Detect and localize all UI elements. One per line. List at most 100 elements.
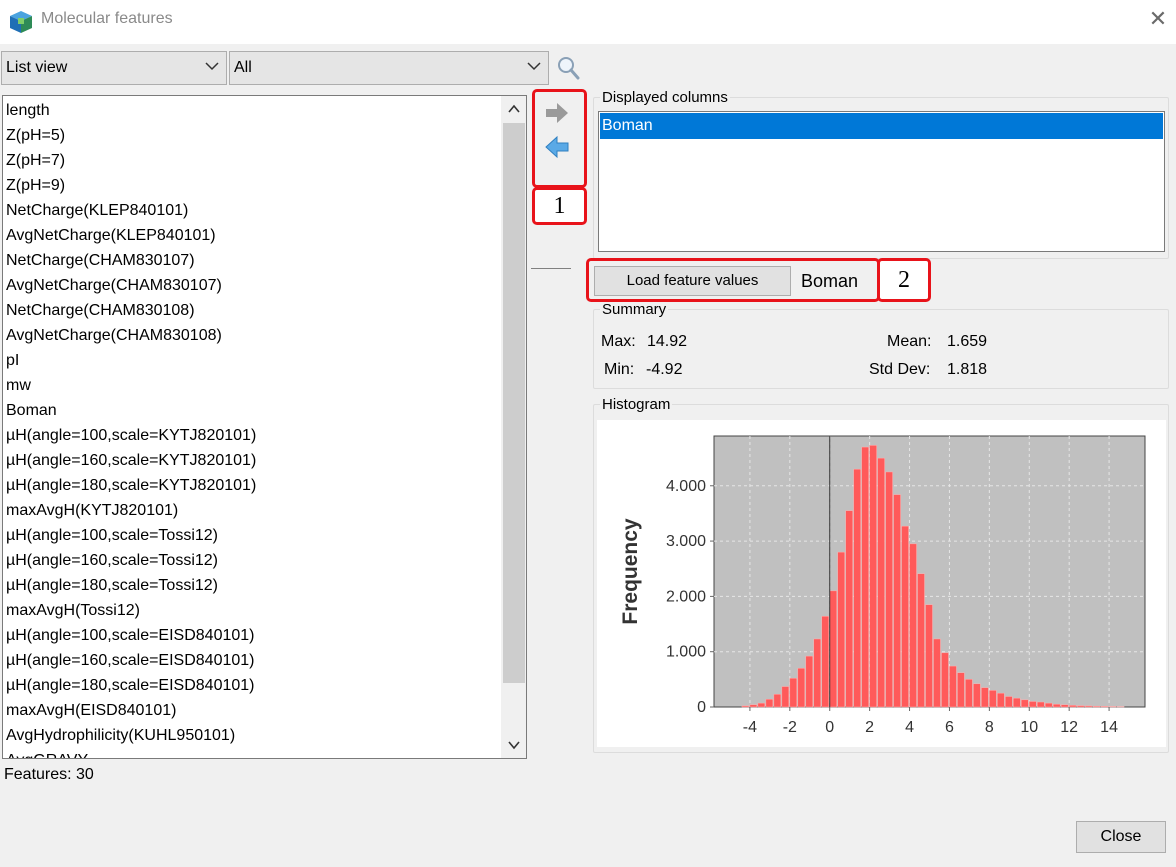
- x-tick-label: 12: [1060, 719, 1078, 736]
- view-mode-value: List view: [6, 59, 68, 76]
- histogram-bar: [1060, 704, 1069, 708]
- scroll-up-icon[interactable]: [506, 101, 522, 117]
- feature-list-item[interactable]: µH(angle=160,scale=EISD840101): [6, 648, 256, 673]
- histogram-legend: Histogram: [602, 396, 671, 413]
- y-tick-label: 0: [697, 699, 706, 716]
- x-tick-label: 4: [905, 719, 914, 736]
- histogram-bar: [885, 471, 893, 708]
- feature-list-item[interactable]: Boman: [6, 398, 256, 423]
- x-tick-label: 6: [945, 719, 954, 736]
- histogram-bar: [789, 677, 798, 708]
- chevron-down-icon: [527, 62, 541, 71]
- histogram-panel: -4 -2 0 2 4 6 8 10 12 14 0 1.000 2.000 3.000 4.000 Freq…: [597, 420, 1166, 747]
- y-tick-label: 1.000: [666, 644, 706, 661]
- feature-list-item[interactable]: Z(pH=7): [6, 148, 256, 173]
- feature-list-item[interactable]: AvgHydrophilicity(KUHL950101): [6, 723, 256, 748]
- histogram-bar: [981, 687, 989, 708]
- feature-list-item[interactable]: pI: [6, 348, 256, 373]
- histogram-bar: [941, 652, 949, 708]
- y-axis-label: Frequency: [619, 518, 642, 625]
- scroll-thumb[interactable]: [503, 123, 525, 683]
- histogram-bar: [989, 690, 997, 708]
- displayed-columns-legend: Displayed columns: [602, 89, 728, 106]
- feature-list[interactable]: length Z(pH=5) Z(pH=7) Z(pH=9) NetCharge(KLE…: [2, 95, 527, 759]
- feature-list-item[interactable]: AvgGRAVY: [6, 748, 256, 758]
- x-tick-label: -2: [783, 719, 797, 736]
- chevron-down-icon: [205, 62, 219, 71]
- feature-list-item[interactable]: maxAvgH(EISD840101): [6, 698, 256, 723]
- summary-legend: Summary: [602, 301, 667, 318]
- feature-list-item[interactable]: maxAvgH(Tossi12): [6, 598, 256, 623]
- feature-list-item[interactable]: AvgNetCharge(KLEP840101): [6, 223, 256, 248]
- feature-list-scrollbar[interactable]: [501, 96, 526, 758]
- histogram-bar: [813, 638, 822, 708]
- feature-list-item[interactable]: µH(angle=160,scale=KYTJ820101): [6, 448, 256, 473]
- histogram-bar: [853, 468, 861, 708]
- x-tick-label: -4: [743, 719, 757, 736]
- feature-list-item[interactable]: µH(angle=180,scale=EISD840101): [6, 673, 256, 698]
- min-label: Min:: [604, 361, 635, 378]
- histogram-bar: [781, 686, 790, 708]
- feature-list-item[interactable]: mw: [6, 373, 256, 398]
- histogram-bar: [741, 705, 750, 708]
- feature-list-item[interactable]: Z(pH=9): [6, 173, 256, 198]
- max-value: 14.92: [647, 333, 688, 350]
- histogram-bar: [765, 699, 774, 708]
- histogram-bar: [997, 692, 1005, 708]
- callout-1-label: 1: [553, 193, 566, 219]
- std-dev-value: 1.818: [947, 361, 988, 378]
- feature-list-item[interactable]: µH(angle=180,scale=KYTJ820101): [6, 473, 256, 498]
- histogram-bar: [917, 573, 925, 708]
- displayed-columns-list[interactable]: Boman: [598, 111, 1165, 252]
- feature-list-item[interactable]: NetCharge(CHAM830108): [6, 298, 256, 323]
- feature-list-item[interactable]: NetCharge(CHAM830107): [6, 248, 256, 273]
- histogram-bar: [901, 525, 909, 708]
- histogram-bar: [837, 551, 845, 708]
- x-tick-label: 10: [1020, 719, 1038, 736]
- std-dev-label: Std Dev:: [869, 361, 931, 378]
- min-value: -4.92: [646, 361, 683, 378]
- callout-2: 2: [877, 258, 931, 302]
- add-column-arrow-icon[interactable]: [543, 100, 571, 126]
- view-mode-select[interactable]: List view: [1, 51, 227, 85]
- scroll-down-icon[interactable]: [506, 737, 522, 753]
- histogram-bar: [1013, 697, 1021, 708]
- feature-list-item[interactable]: AvgNetCharge(CHAM830108): [6, 323, 256, 348]
- histogram-chart: -4 -2 0 2 4 6 8 10 12 14 0 1.000 2.000 3.000 4.000 Freq…: [619, 435, 1146, 736]
- histogram-bar: [797, 668, 806, 708]
- histogram-bar: [1076, 705, 1085, 708]
- remove-column-arrow-icon[interactable]: [543, 134, 571, 160]
- y-tick-label: 4.000: [666, 478, 706, 495]
- feature-list-item[interactable]: µH(angle=180,scale=Tossi12): [6, 573, 256, 598]
- x-tick-label: 0: [825, 719, 834, 736]
- loaded-feature-name: Boman: [801, 271, 859, 291]
- load-feature-values-button[interactable]: Load feature values: [594, 266, 791, 296]
- histogram-bar: [773, 694, 782, 708]
- feature-list-item[interactable]: AvgNetCharge(CHAM830107): [6, 273, 256, 298]
- feature-list-item[interactable]: maxAvgH(KYTJ820101): [6, 498, 256, 523]
- feature-list-item[interactable]: µH(angle=100,scale=EISD840101): [6, 623, 256, 648]
- histogram-bar: [1068, 705, 1077, 708]
- histogram-bar: [845, 510, 853, 708]
- displayed-column-item[interactable]: Boman: [600, 113, 1163, 139]
- histogram-bar: [757, 702, 766, 708]
- search-icon[interactable]: [556, 55, 580, 81]
- histogram-bar: [1092, 705, 1101, 708]
- feature-list-item[interactable]: NetCharge(KLEP840101): [6, 198, 256, 223]
- feature-list-item[interactable]: µH(angle=100,scale=KYTJ820101): [6, 423, 256, 448]
- close-button[interactable]: Close: [1076, 821, 1166, 853]
- histogram-bar: [1108, 706, 1117, 708]
- histogram-bar: [1100, 706, 1109, 708]
- feature-list-item[interactable]: length: [6, 98, 256, 123]
- window-close-icon[interactable]: ✕: [1147, 9, 1169, 31]
- feature-list-item[interactable]: µH(angle=100,scale=Tossi12): [6, 523, 256, 548]
- x-tick-label: 8: [985, 719, 994, 736]
- histogram-bar: [933, 638, 941, 708]
- histogram-bar: [1005, 696, 1013, 708]
- panel-splitter[interactable]: [531, 268, 571, 269]
- filter-select[interactable]: All: [229, 51, 549, 85]
- histogram-bar: [973, 683, 981, 708]
- feature-list-item[interactable]: µH(angle=160,scale=Tossi12): [6, 548, 256, 573]
- feature-list-item[interactable]: Z(pH=5): [6, 123, 256, 148]
- histogram-bar: [957, 672, 965, 708]
